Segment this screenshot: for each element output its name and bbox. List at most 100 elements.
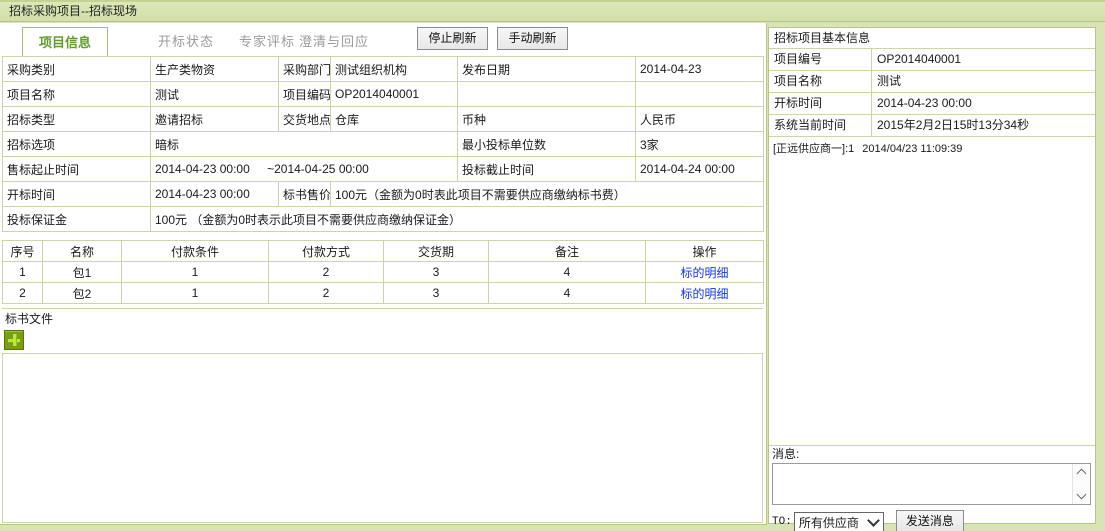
field-value: OP2014040001 (872, 49, 1095, 70)
cell-name: 包1 (43, 262, 122, 283)
bid-file-toolbar (2, 330, 763, 353)
col-header-delivery: 交货期 (384, 241, 489, 262)
field-value: 100元（金额为0时表此项目不需要供应商缴纳标书费） (331, 182, 764, 207)
manual-refresh-button[interactable]: 手动刷新 (497, 27, 568, 50)
field-value: 2014-04-23 00:00 (151, 182, 279, 207)
info-row: 系统当前时间 2015年2月2日15时13分34秒 (769, 115, 1095, 137)
col-header-action: 操作 (646, 241, 764, 262)
chevron-down-icon (867, 514, 880, 527)
field-label: 招标选项 (3, 132, 151, 157)
stop-refresh-button[interactable]: 停止刷新 (417, 27, 488, 50)
field-value: 2014-04-23 00:00 ~2014-04-25 00:00 (151, 157, 458, 182)
scroll-down-icon[interactable] (1077, 490, 1087, 500)
field-label: 售标起止时间 (3, 157, 151, 182)
cell-note: 4 (489, 283, 646, 304)
cell-seq: 2 (3, 283, 43, 304)
field-value: 生产类物资 (151, 57, 279, 82)
add-file-button[interactable] (4, 330, 24, 350)
field-value: 邀请招标 (151, 107, 279, 132)
form-row: 开标时间 2014-04-23 00:00 标书售价 100元（金额为0时表此项… (3, 182, 764, 207)
col-header-name: 名称 (43, 241, 122, 262)
field-value: 100元 （金额为0时表示此项目不需要供应商缴纳保证金） (151, 207, 764, 232)
sale-start-time: 2014-04-23 00:00 (155, 162, 250, 176)
info-row: 项目名称 测试 (769, 71, 1095, 93)
log-timestamp: 2014/04/23 11:09:39 (862, 143, 962, 155)
recipient-selected-value: 所有供应商 (799, 514, 859, 531)
cell-pay-method: 2 (269, 283, 384, 304)
field-value: 2014-04-24 00:00 (636, 157, 764, 182)
to-label: TO: (772, 516, 792, 528)
field-value: 2014-04-23 00:00 (872, 93, 1095, 114)
scroll-up-icon[interactable] (1077, 469, 1087, 479)
field-value: 3家 (636, 132, 764, 157)
send-message-button[interactable]: 发送消息 (896, 510, 964, 531)
message-log: [正远供应商一]:1 2014/04/23 11:09:39 (769, 137, 1095, 446)
tab-opening-status[interactable]: 开标状态 (158, 27, 214, 56)
cell-pay-condition: 1 (122, 262, 269, 283)
bid-file-section: 标书文件 (2, 308, 763, 523)
field-value: 2014-04-23 (636, 57, 764, 82)
sale-end-time: ~2014-04-25 00:00 (267, 162, 369, 176)
recipient-select[interactable]: 所有供应商 (794, 512, 884, 531)
cell-name: 包2 (43, 283, 122, 304)
page-title: 招标采购项目--招标现场 (0, 0, 1105, 22)
form-row: 招标选项 暗标 最小投标单位数 3家 (3, 132, 764, 157)
tab-clarification-response[interactable]: 澄清与回应 (299, 27, 369, 56)
panel-title: 招标项目基本信息 (769, 28, 1095, 49)
field-value: OP2014040001 (331, 82, 458, 107)
col-header-note: 备注 (489, 241, 646, 262)
tab-expert-evaluation[interactable]: 专家评标 (239, 27, 295, 56)
field-label: 招标类型 (3, 107, 151, 132)
field-label: 采购类别 (3, 57, 151, 82)
project-info-panel: 项目信息 开标状态 专家评标 澄清与回应 停止刷新 手动刷新 采购类别 生产类物… (0, 23, 767, 525)
message-textarea[interactable] (772, 463, 1091, 505)
textarea-scrollbar[interactable] (1072, 464, 1090, 504)
field-label: 发布日期 (458, 57, 636, 82)
col-header-pay-method: 付款方式 (269, 241, 384, 262)
form-row: 招标类型 邀请招标 交货地点 仓库 币种 人民币 (3, 107, 764, 132)
field-value: 测试组织机构 (331, 57, 458, 82)
field-label: 交货地点 (279, 107, 331, 132)
field-value: 测试 (872, 71, 1095, 92)
tab-project-info[interactable]: 项目信息 (22, 27, 108, 57)
col-header-pay-condition: 付款条件 (122, 241, 269, 262)
package-table-header: 序号 名称 付款条件 付款方式 交货期 备注 操作 (3, 241, 764, 262)
field-label: 币种 (458, 107, 636, 132)
cell-pay-condition: 1 (122, 283, 269, 304)
field-value: 测试 (151, 82, 279, 107)
field-label: 最小投标单位数 (458, 132, 636, 157)
form-row: 投标保证金 100元 （金额为0时表示此项目不需要供应商缴纳保证金） (3, 207, 764, 232)
field-label: 项目名称 (769, 71, 872, 92)
bid-detail-link[interactable]: 标的明细 (680, 287, 728, 301)
basic-info-panel: 招标项目基本信息 项目编号 OP2014040001 项目名称 测试 开标时间 … (768, 27, 1096, 524)
bid-detail-link[interactable]: 标的明细 (680, 266, 728, 280)
table-row: 2 包2 1 2 3 4 标的明细 (3, 283, 764, 304)
package-table: 序号 名称 付款条件 付款方式 交货期 备注 操作 1 包1 1 2 3 4 标… (2, 240, 764, 304)
field-value (636, 82, 764, 107)
send-message-row: TO: 所有供应商 发送消息 (772, 510, 1095, 531)
cell-delivery: 3 (384, 262, 489, 283)
field-value: 暗标 (151, 132, 458, 157)
field-label: 项目编码 (279, 82, 331, 107)
bid-file-list (2, 353, 763, 523)
field-label: 系统当前时间 (769, 115, 872, 136)
field-label: 投标保证金 (3, 207, 151, 232)
log-sender: [正远供应商一]:1 (773, 143, 854, 155)
field-label: 投标截止时间 (458, 157, 636, 182)
message-label: 消息: (769, 446, 1095, 462)
col-header-seq: 序号 (3, 241, 43, 262)
cell-pay-method: 2 (269, 262, 384, 283)
field-label: 项目名称 (3, 82, 151, 107)
field-label: 标书售价 (279, 182, 331, 207)
field-label: 开标时间 (769, 93, 872, 114)
field-label: 开标时间 (3, 182, 151, 207)
bid-file-label: 标书文件 (2, 308, 763, 330)
field-label: 采购部门 (279, 57, 331, 82)
bidding-site-page: 招标采购项目--招标现场 项目信息 开标状态 专家评标 澄清与回应 停止刷新 手… (0, 0, 1105, 531)
cell-note: 4 (489, 262, 646, 283)
cell-seq: 1 (3, 262, 43, 283)
table-row: 1 包1 1 2 3 4 标的明细 (3, 262, 764, 283)
field-label: 项目编号 (769, 49, 872, 70)
form-row: 采购类别 生产类物资 采购部门 测试组织机构 发布日期 2014-04-23 (3, 57, 764, 82)
info-row: 项目编号 OP2014040001 (769, 49, 1095, 71)
